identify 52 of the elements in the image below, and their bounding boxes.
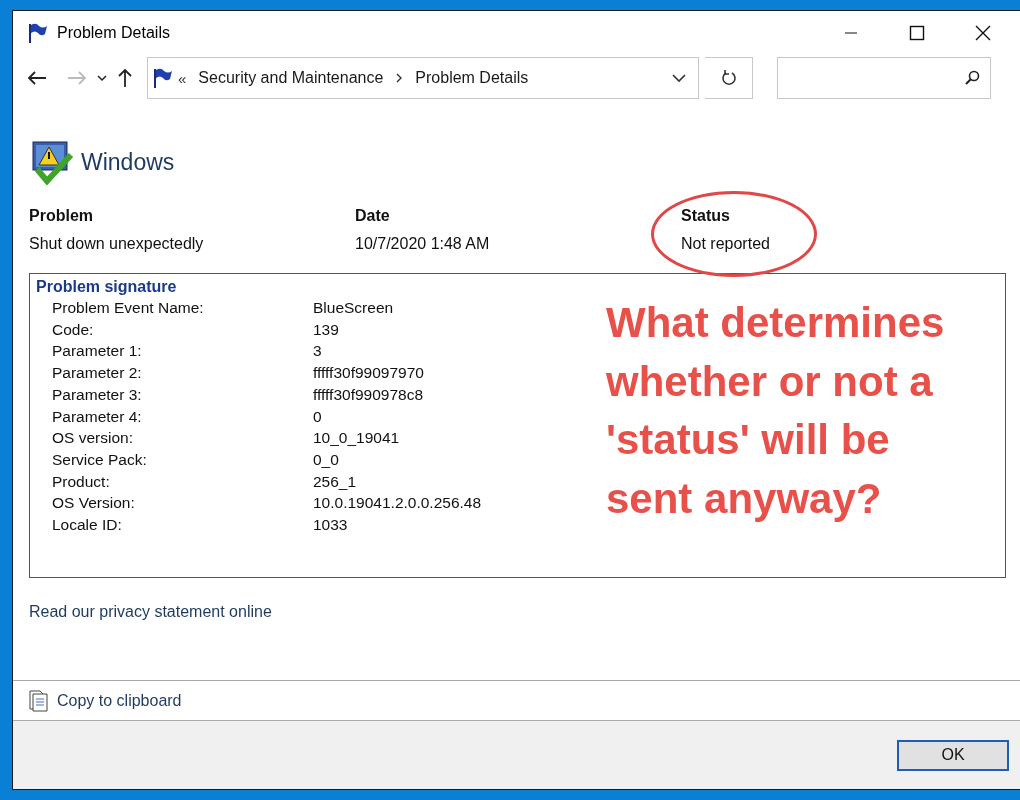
field-value: 139 (313, 319, 340, 340)
field-label: Code: (52, 319, 95, 340)
flag-icon (152, 67, 174, 89)
field-label: Service Pack: (52, 449, 148, 470)
column-heading: Problem (29, 207, 94, 225)
maximize-icon (909, 25, 925, 41)
field-label: Parameter 4: (52, 406, 143, 427)
header-title: Windows (81, 148, 175, 176)
field-value: 10.0.19041.2.0.0.256.48 (313, 493, 483, 514)
column-heading: Date (355, 207, 391, 225)
refresh-icon (720, 69, 737, 87)
document-icon (29, 689, 49, 712)
field-value: fffff30f99097970 (313, 363, 425, 384)
field-value: 256_1 (313, 471, 358, 492)
column-value: Not reported (681, 235, 771, 253)
field-value: 10_0_19041 (313, 428, 401, 449)
field-value: BlueScreen (313, 298, 395, 318)
ok-button[interactable]: OK (897, 739, 1009, 771)
field-label: OS version: (52, 428, 134, 449)
search-field[interactable] (777, 57, 991, 99)
column-value: 10/7/2020 1:48 AM (355, 235, 491, 253)
field-value: 0 (313, 406, 323, 427)
breadcrumb-item[interactable]: Security and Maintenance (198, 69, 384, 87)
privacy-link[interactable]: Read our privacy statement online (29, 603, 272, 621)
copy-to-clipboard-link[interactable]: Copy to clipboard (57, 691, 182, 710)
chevron-icon (395, 73, 404, 83)
address-bar[interactable]: « Security and Maintenance Problem Details (147, 57, 699, 99)
window-title: Problem Details (57, 24, 171, 42)
recent-dropdown-button[interactable] (95, 72, 109, 84)
flag-icon (27, 22, 49, 44)
column-heading: Status (681, 207, 731, 225)
breadcrumb-item[interactable]: Problem Details (415, 69, 529, 87)
field-label: Problem Event Name: (52, 298, 205, 318)
field-label: Parameter 3: (52, 384, 143, 405)
search-icon (964, 70, 980, 86)
field-value: 3 (313, 341, 323, 362)
monitor-warning-check-icon (29, 139, 75, 185)
refresh-button[interactable] (705, 57, 753, 99)
column-value: Shut down unexpectedly (29, 235, 205, 253)
dropdown-icon[interactable] (672, 73, 686, 83)
field-label: Parameter 1: (52, 341, 143, 362)
field-label: OS Version: (52, 493, 136, 514)
field-value: 0_0 (313, 449, 340, 470)
field-label: Parameter 2: (52, 363, 143, 384)
close-icon (975, 25, 991, 41)
field-label: Locale ID: (52, 515, 123, 536)
field-label: Product: (52, 471, 111, 492)
annotation-text: What determines whether or not a 'status' will be sent anyway? (606, 298, 946, 524)
field-value: fffff30f990978c8 (313, 384, 425, 405)
overflow-chevron[interactable]: « (178, 69, 187, 87)
field-value: 1033 (313, 515, 349, 536)
section-title: Problem signature (36, 278, 178, 296)
